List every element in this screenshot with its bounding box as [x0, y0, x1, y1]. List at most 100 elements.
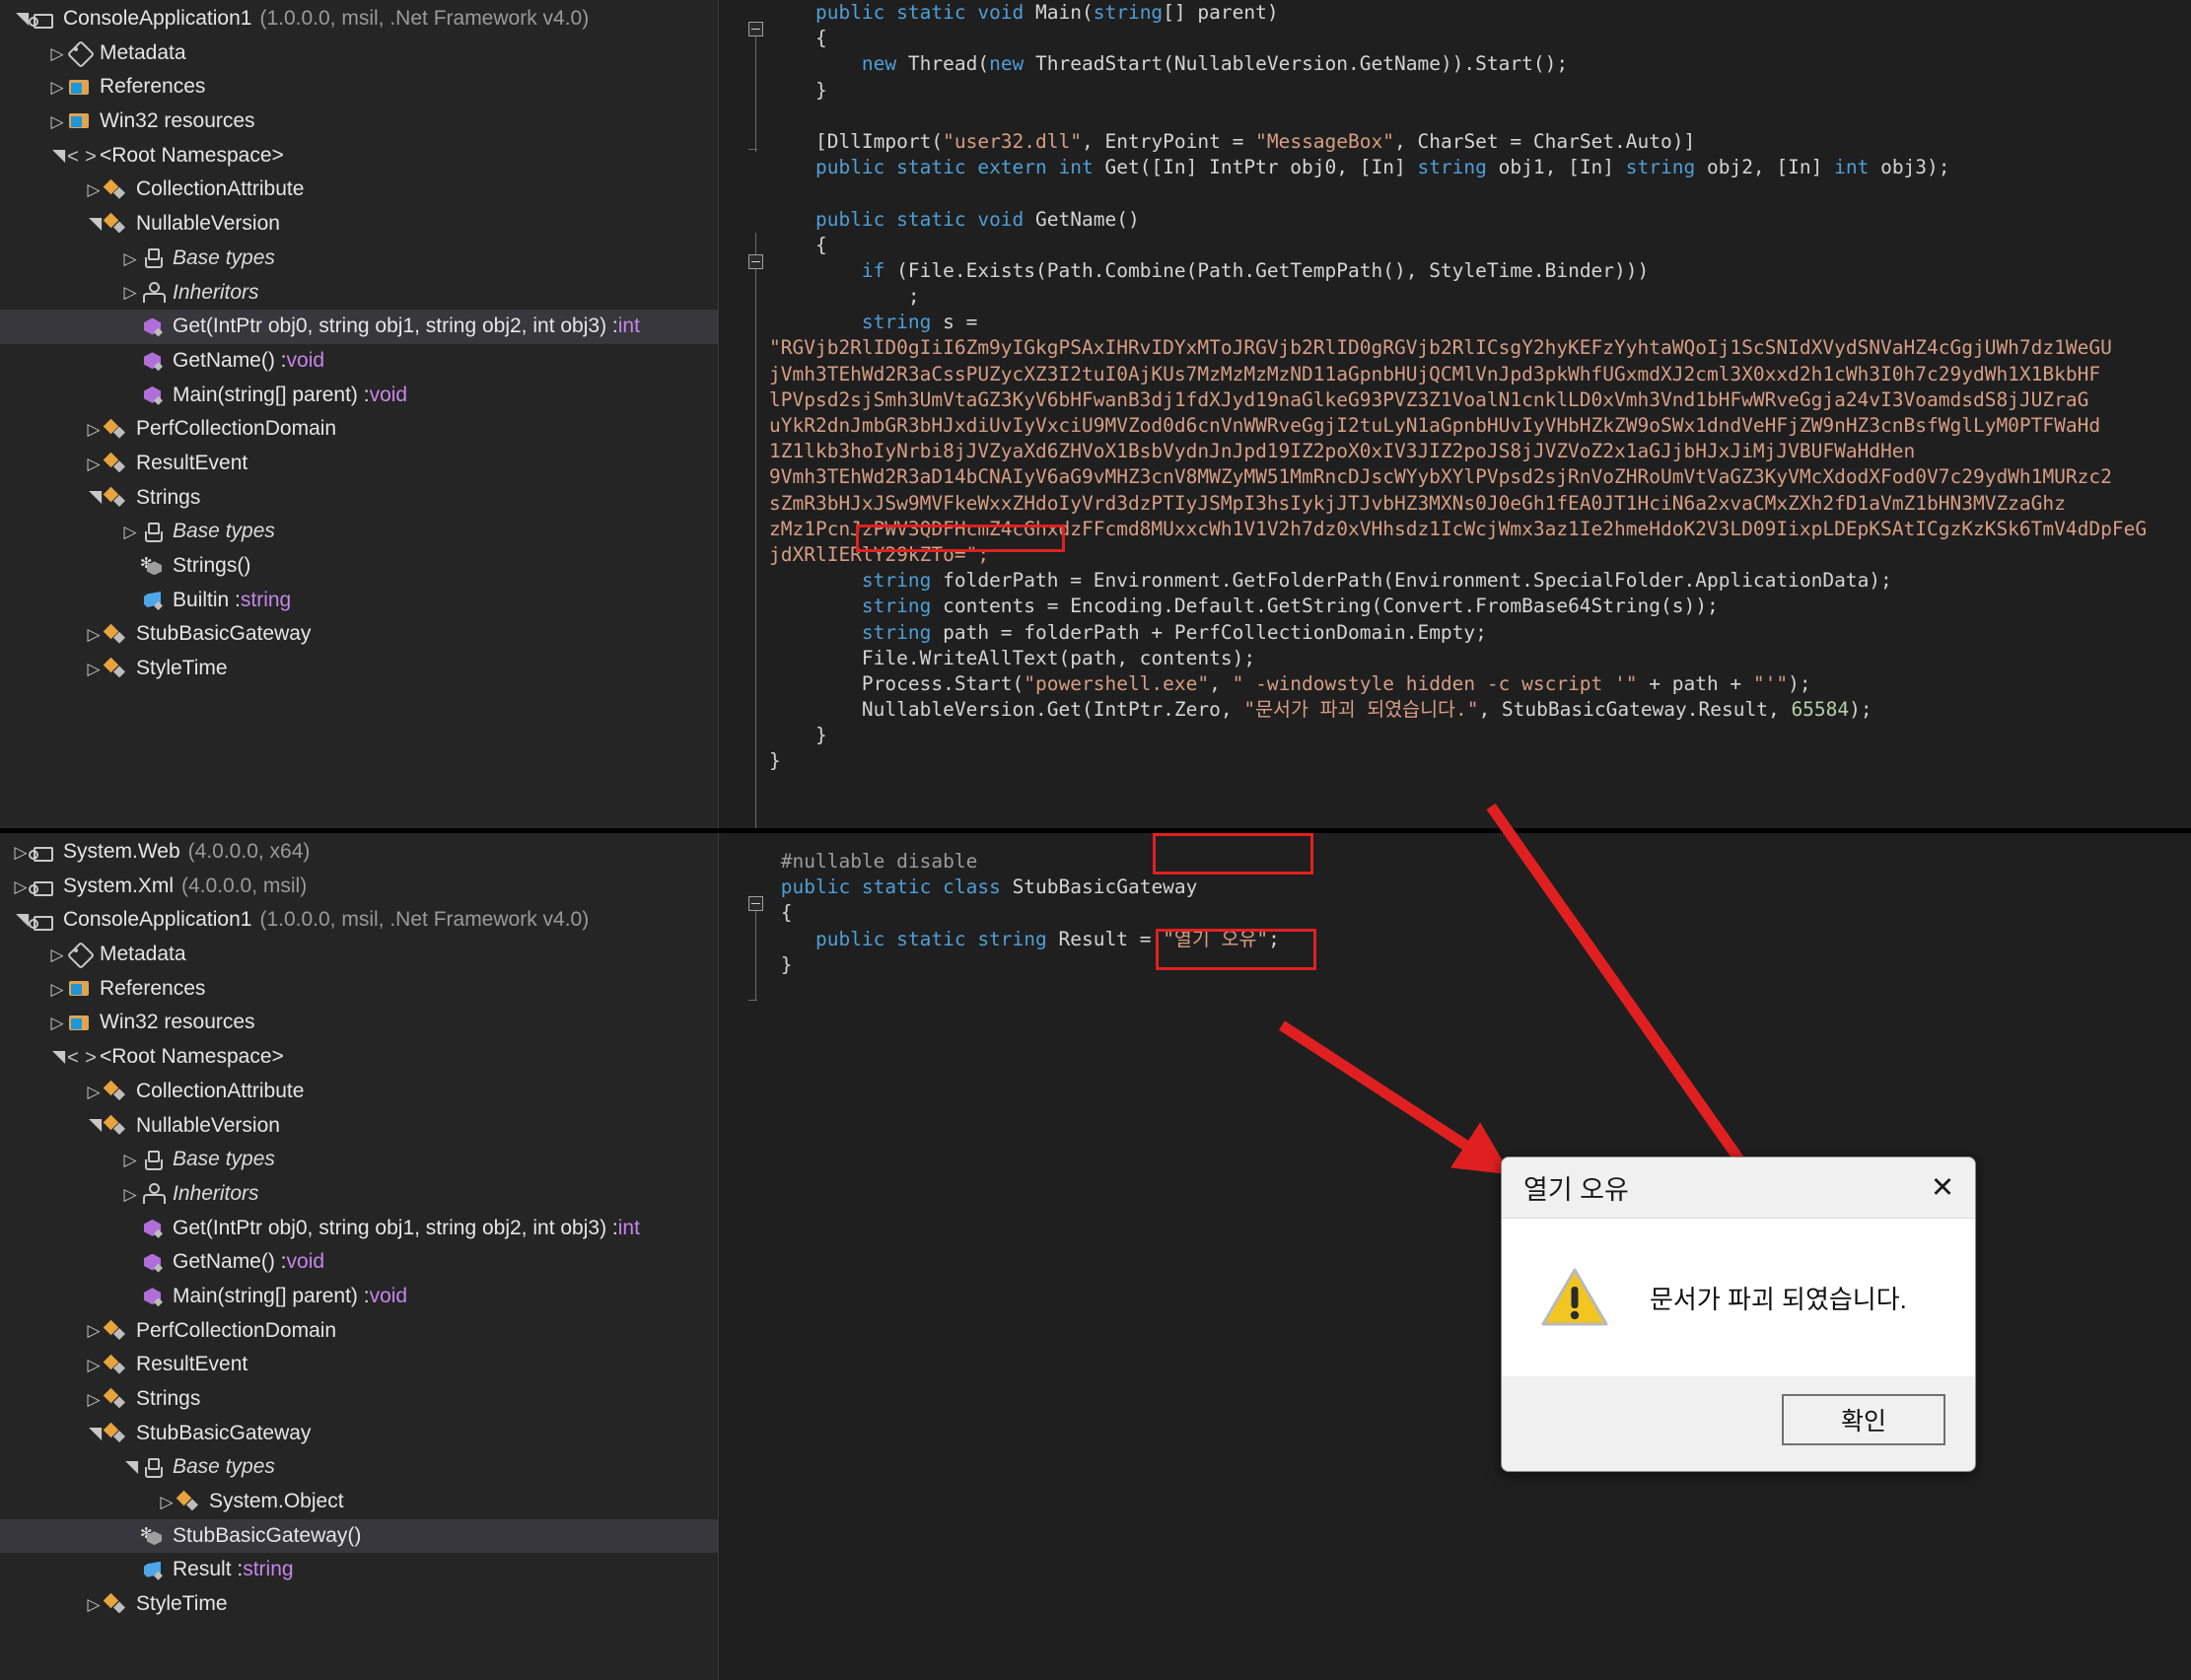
code-token: uYkR2dnJmbGR3bHJxdiUvIyVxciU9MVZod0d6cnV…	[769, 414, 2101, 437]
top-code-text[interactable]: public static void Main(string[] parent)…	[769, 0, 2147, 775]
chevron-right-icon[interactable]	[83, 455, 105, 472]
tree-row[interactable]: Main(string[] parent) : void	[0, 379, 718, 413]
code-line: 1Z1lkb3hoIyNrbi8jJVZyaXd6ZHVoX1BsbVydnJn…	[769, 439, 2147, 464]
tree-row[interactable]: GetName() : void	[0, 344, 718, 379]
tree-row[interactable]: NullableVersion	[0, 1109, 718, 1144]
chevron-right-icon[interactable]	[83, 1322, 105, 1339]
top-pane-splitter[interactable]	[718, 0, 724, 828]
bottom-assembly-tree-pane[interactable]: System.Web (4.0.0.0, x64) System.Xml (4.0.0…	[0, 833, 718, 1680]
chevron-right-icon[interactable]	[83, 1596, 105, 1613]
bottom-code-text[interactable]: #nullable disable public static class St…	[769, 849, 1280, 978]
chevron-down-icon[interactable]	[83, 489, 105, 506]
tree-row[interactable]: StubBasicGateway()	[0, 1517, 718, 1554]
chevron-right-icon[interactable]	[46, 981, 68, 998]
top-code-editor[interactable]: public static void Main(string[] parent)…	[724, 0, 2191, 828]
tree-row[interactable]: Builtin : string	[0, 584, 718, 618]
chevron-right-icon[interactable]	[46, 113, 68, 130]
chevron-right-icon[interactable]	[46, 79, 68, 96]
tree-row[interactable]: Strings	[0, 1382, 718, 1417]
tree-row[interactable]: Base types	[0, 1143, 718, 1177]
chevron-down-icon[interactable]	[83, 1426, 105, 1442]
tree-row[interactable]: Result : string	[0, 1553, 718, 1587]
tree-row[interactable]: StyleTime	[0, 1587, 718, 1622]
tree-row[interactable]: NullableVersion	[0, 207, 718, 242]
tree-row[interactable]: System.Web (4.0.0.0, x64)	[0, 835, 718, 870]
bottom-code-gutter[interactable]	[724, 833, 769, 1001]
chevron-right-icon[interactable]	[119, 284, 141, 301]
tree-row[interactable]: References	[0, 70, 718, 105]
tree-row[interactable]: Strings	[0, 481, 718, 516]
chevron-down-icon[interactable]	[119, 1459, 141, 1476]
tree-row[interactable]: StubBasicGateway	[0, 617, 718, 652]
tree-row[interactable]: Inheritors	[0, 1177, 718, 1212]
ok-button[interactable]: 확인	[1782, 1394, 1945, 1445]
chevron-down-icon[interactable]	[46, 148, 68, 165]
chevron-down-icon[interactable]	[83, 1117, 105, 1134]
tree-row[interactable]: System.Object	[0, 1485, 718, 1519]
chevron-right-icon[interactable]	[46, 946, 68, 963]
fold-toggle-main[interactable]	[748, 22, 763, 36]
tree-row[interactable]: StubBasicGateway	[0, 1417, 718, 1451]
chevron-right-icon[interactable]	[83, 181, 105, 198]
top-code-pane[interactable]: public static void Main(string[] parent)…	[724, 0, 2191, 828]
tree-row[interactable]: GetName() : void	[0, 1245, 718, 1280]
code-token: string	[861, 620, 944, 644]
tree-row[interactable]: Base types	[0, 515, 718, 549]
chevron-right-icon[interactable]	[46, 1015, 68, 1031]
tree-row[interactable]: Win32 resources	[0, 105, 718, 139]
code-token: File.WriteAllText(path, contents);	[769, 646, 1256, 669]
bottom-pane-splitter[interactable]	[718, 833, 724, 1680]
fold-toggle-getname[interactable]	[748, 254, 763, 269]
fold-toggle-class[interactable]	[748, 896, 763, 911]
code-line: public static extern int Get([In] IntPtr…	[769, 155, 2147, 180]
tree-row[interactable]: Get(IntPtr obj0, string obj1, string obj…	[0, 1212, 718, 1246]
message-box-dialog[interactable]: 열기 오유 ✕ 문서가 파괴 되였습니다. 확인	[1501, 1156, 1976, 1472]
tree-row[interactable]: System.Xml (4.0.0.0, msil)	[0, 870, 718, 904]
tree-row[interactable]: ConsoleApplication1 (1.0.0.0, msil, .Net …	[0, 903, 718, 938]
tree-row-type: void	[369, 383, 408, 406]
tree-row[interactable]: Base types	[0, 1450, 718, 1485]
top-assembly-tree[interactable]: ConsoleApplication1 (1.0.0.0, msil, .Net …	[0, 0, 718, 686]
chevron-right-icon[interactable]	[119, 250, 141, 267]
chevron-right-icon[interactable]	[119, 1186, 141, 1203]
bottom-assembly-tree[interactable]: System.Web (4.0.0.0, x64) System.Xml (4.0.0…	[0, 833, 718, 1622]
tree-row[interactable]: <Root Namespace>	[0, 139, 718, 176]
dialog-body: 문서가 파괴 되였습니다.	[1502, 1219, 1975, 1376]
tree-row[interactable]: Strings()	[0, 547, 718, 584]
tree-row[interactable]: ResultEvent	[0, 1348, 718, 1382]
tree-row[interactable]: Base types	[0, 242, 718, 276]
tree-row[interactable]: ConsoleApplication1 (1.0.0.0, msil, .Net …	[0, 2, 718, 36]
chevron-right-icon[interactable]	[83, 1391, 105, 1408]
top-code-gutter[interactable]	[724, 0, 769, 828]
tree-row[interactable]: Metadata	[0, 36, 718, 71]
tree-row[interactable]: CollectionAttribute	[0, 1075, 718, 1109]
tree-row-type: void	[369, 1284, 408, 1307]
tree-row[interactable]: Main(string[] parent) : void	[0, 1280, 718, 1314]
tree-row[interactable]: <Root Namespace>	[0, 1040, 718, 1078]
chevron-right-icon[interactable]	[119, 524, 141, 540]
tree-row[interactable]: PerfCollectionDomain	[0, 412, 718, 447]
tree-row-label: Win32 resources	[100, 109, 255, 133]
tree-row[interactable]: PerfCollectionDomain	[0, 1314, 718, 1349]
tree-row[interactable]: StyleTime	[0, 652, 718, 686]
tree-row[interactable]: Metadata	[0, 938, 718, 972]
bottom-code-editor[interactable]: #nullable disable public static class St…	[724, 833, 2191, 1001]
chevron-down-icon[interactable]	[83, 216, 105, 233]
tree-row[interactable]: Inheritors	[0, 276, 718, 311]
close-icon[interactable]: ✕	[1910, 1157, 1975, 1219]
chevron-down-icon[interactable]	[46, 1049, 68, 1066]
tree-row[interactable]: ResultEvent	[0, 447, 718, 481]
chevron-right-icon[interactable]	[46, 45, 68, 62]
top-assembly-tree-pane[interactable]: ConsoleApplication1 (1.0.0.0, msil, .Net …	[0, 0, 718, 828]
chevron-right-icon[interactable]	[83, 1357, 105, 1373]
tree-row[interactable]: Win32 resources	[0, 1006, 718, 1040]
chevron-right-icon[interactable]	[83, 1084, 105, 1100]
chevron-right-icon[interactable]	[83, 421, 105, 438]
chevron-right-icon[interactable]	[119, 1152, 141, 1168]
chevron-right-icon[interactable]	[83, 626, 105, 643]
chevron-right-icon[interactable]	[156, 1494, 177, 1510]
tree-row[interactable]: References	[0, 972, 718, 1007]
chevron-right-icon[interactable]	[83, 661, 105, 677]
tree-row[interactable]: CollectionAttribute	[0, 173, 718, 207]
tree-row[interactable]: Get(IntPtr obj0, string obj1, string obj…	[0, 310, 718, 344]
